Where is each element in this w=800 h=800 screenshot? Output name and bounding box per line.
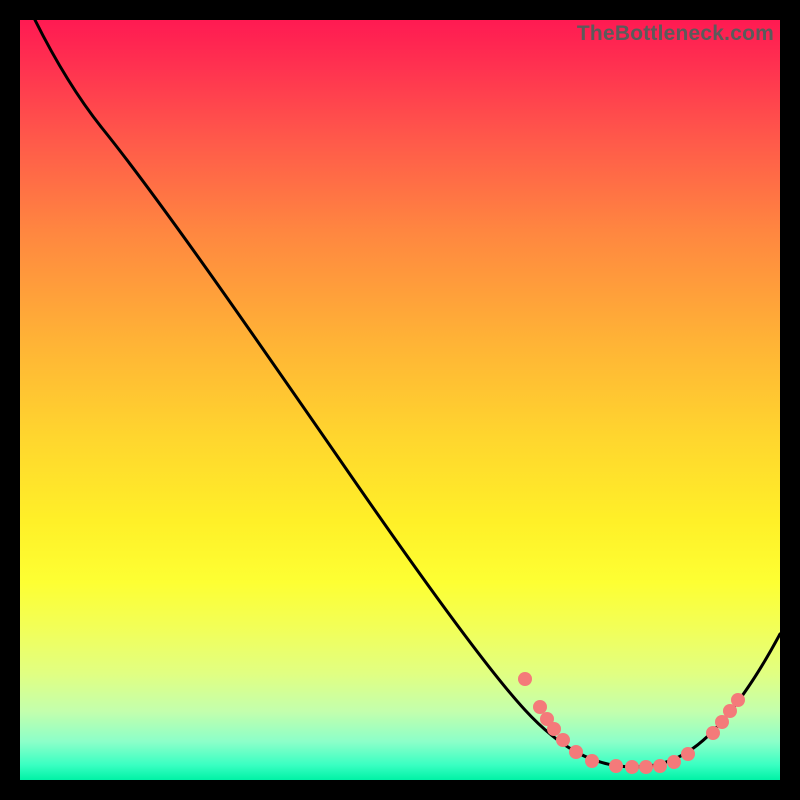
- data-marker: [569, 745, 583, 759]
- data-marker: [533, 700, 547, 714]
- chart-frame: TheBottleneck.com: [0, 0, 800, 800]
- data-marker: [556, 733, 570, 747]
- data-marker: [731, 693, 745, 707]
- data-marker: [681, 747, 695, 761]
- data-marker: [667, 755, 681, 769]
- bottleneck-curve: [20, 20, 780, 780]
- chart-plot-area: TheBottleneck.com: [20, 20, 780, 780]
- marker-group: [518, 672, 745, 774]
- data-marker: [625, 760, 639, 774]
- data-marker: [639, 760, 653, 774]
- data-marker: [706, 726, 720, 740]
- data-marker: [609, 759, 623, 773]
- curve-path: [35, 20, 780, 767]
- data-marker: [547, 722, 561, 736]
- data-marker: [518, 672, 532, 686]
- data-marker: [653, 759, 667, 773]
- data-marker: [585, 754, 599, 768]
